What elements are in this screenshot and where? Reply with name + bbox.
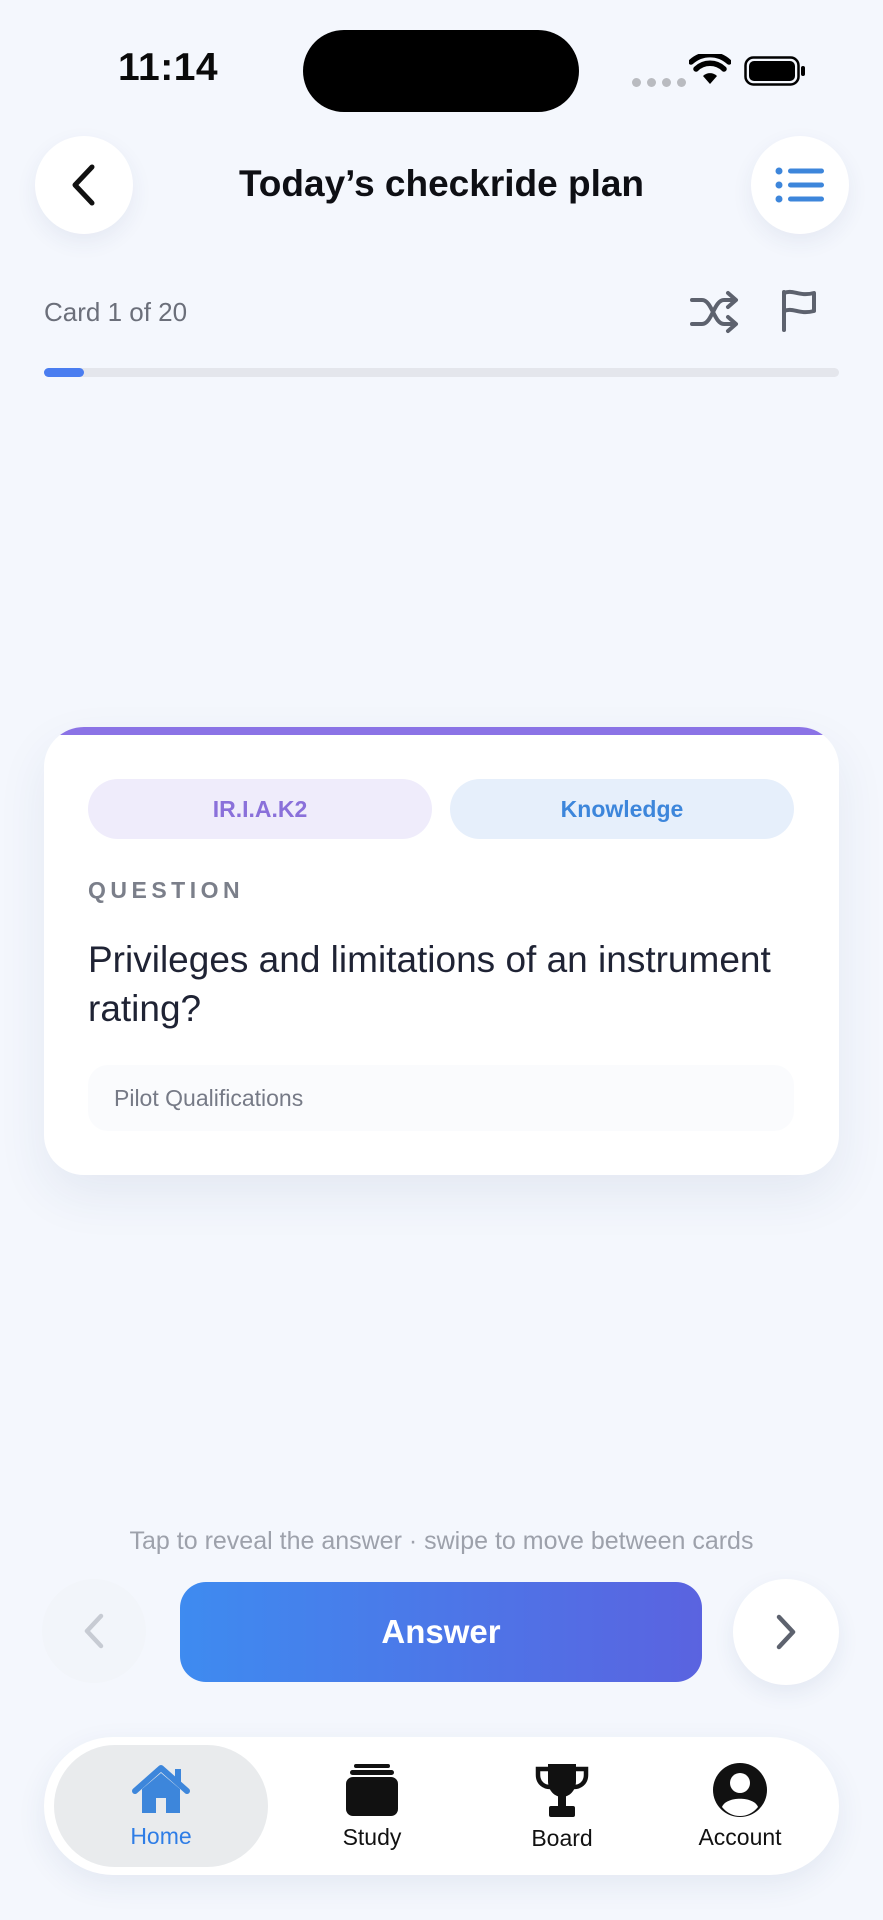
chevron-left-icon [72,164,95,206]
cellular-signal-icon [632,78,686,87]
page-title: Today’s checkride plan [238,163,645,204]
flag-icon[interactable] [779,288,819,332]
house-icon [132,1764,190,1813]
acs-code-badge: IR.I.A.K2 [88,779,432,839]
shuffle-icon[interactable] [690,290,740,334]
card-list-button[interactable] [751,136,849,234]
tab-home-label: Home [130,1822,192,1849]
battery-icon [744,56,805,86]
tab-home[interactable]: Home [54,1745,268,1867]
back-button[interactable] [35,136,133,234]
previous-card-button[interactable] [42,1579,146,1683]
progress-bar [44,368,839,377]
question-label: QUESTION [88,877,245,903]
chevron-right-icon [776,1614,796,1650]
tab-account[interactable]: Account [654,1745,826,1867]
flashcard[interactable]: IR.I.A.K2 Knowledge QUESTION Privileges … [44,727,839,1175]
tab-study[interactable]: Study [286,1745,458,1867]
list-icon [775,167,824,203]
card-counter: Card 1 of 20 [44,297,188,327]
card-type-badge: Knowledge [450,779,794,839]
tab-board[interactable]: Board [476,1745,648,1867]
tab-board-label: Board [531,1824,593,1851]
tab-bar: Home Study Board Account [44,1737,839,1875]
progress-fill [44,368,84,377]
tab-study-label: Study [342,1823,402,1850]
swipe-hint: Tap to reveal the answer · swipe to move… [129,1527,754,1555]
topic-label: Pilot Qualifications [88,1065,794,1131]
tab-account-label: Account [698,1823,782,1850]
question-text: Privileges and limitations of an instrum… [88,939,771,1029]
person-circle-icon [713,1762,767,1817]
wifi-icon [689,54,731,84]
status-time: 11:14 [118,46,219,89]
next-card-button[interactable] [733,1579,839,1685]
card-accent-bar [44,727,839,735]
cards-stack-icon [346,1763,398,1816]
chevron-left-icon [84,1613,104,1649]
trophy-icon [535,1763,589,1817]
answer-button[interactable]: Answer [180,1582,702,1682]
dynamic-island [303,30,579,112]
